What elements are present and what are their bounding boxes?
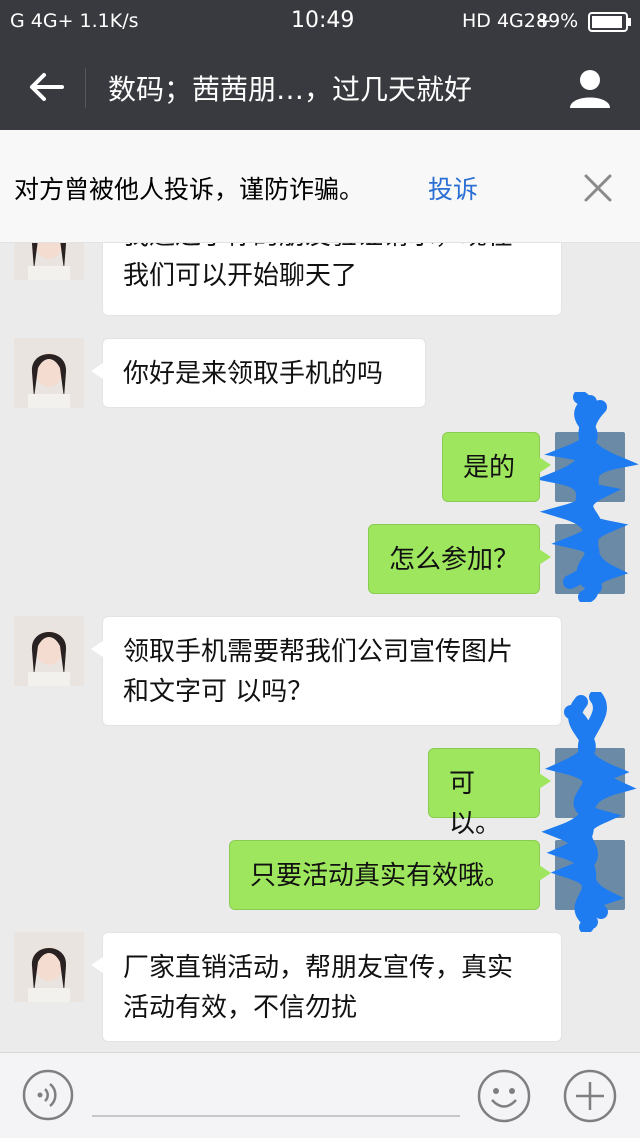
message-text-line: 领取手机需要帮我们公司宣传图片 — [123, 637, 514, 667]
chat-header: 数码；茜茜朋…，过几天就好 — [0, 44, 640, 130]
avatar[interactable] — [14, 932, 84, 1002]
message-bubble[interactable]: 只要活动真实有效哦。 — [229, 840, 551, 910]
my-avatar[interactable] — [555, 840, 625, 910]
message-bubble[interactable]: 厂家直销活动，帮朋友宣传，真实 活动有效，不信勿扰 — [91, 932, 562, 1042]
status-time: 10:49 — [291, 8, 355, 33]
message-text-line: 怎么参加？ — [389, 545, 520, 575]
message-text-line: 你好是来领取手机的吗 — [123, 359, 384, 389]
battery-level: 89% — [536, 10, 579, 32]
message-text-line: 只要活动真实有效哦。 — [250, 861, 511, 891]
message-text-line: 活动有效，不信勿扰 — [123, 993, 358, 1023]
message-text-line: 和文字可 以吗？ — [123, 677, 314, 707]
avatar-photo — [14, 932, 84, 1002]
message-input[interactable] — [92, 1115, 460, 1117]
person-icon[interactable] — [566, 64, 614, 112]
back-arrow-icon[interactable] — [22, 62, 72, 112]
message-text-line: 厂家直销活动，帮朋友宣传，真实 — [123, 953, 514, 983]
message-bubble[interactable]: 可以。 — [428, 748, 551, 839]
message-text-line: 我通过了你的朋友验证请求，现在 — [123, 242, 541, 256]
message-bubble[interactable]: 怎么参加？ — [368, 524, 551, 594]
my-avatar[interactable] — [555, 748, 625, 818]
avatar-photo — [14, 616, 84, 686]
message-bubble[interactable]: 领取手机需要帮我们公司宣传图片 和文字可 以吗？ — [91, 616, 562, 726]
message-bubble[interactable]: 是的 — [442, 432, 551, 502]
my-avatar[interactable] — [555, 524, 625, 594]
message-list[interactable]: 我通过了你的朋友验证请求，现在 我们可以开始聊天了 你好是来领取手机的吗 是的 … — [0, 242, 640, 1052]
fraud-warning-banner: 对方曾被他人投诉，谨防诈骗。 投诉 — [0, 130, 640, 243]
emoji-icon[interactable] — [477, 1069, 531, 1123]
avatar[interactable] — [14, 616, 84, 686]
close-icon[interactable] — [580, 170, 616, 206]
message-text-line: 可以。 — [449, 769, 502, 839]
avatar-photo — [14, 338, 84, 408]
status-network-left: G 4G+ 1.1K/s — [10, 10, 139, 32]
warning-text: 对方曾被他人投诉，谨防诈骗。 — [14, 175, 365, 204]
message-text-line: 是的 — [463, 453, 516, 483]
chat-title: 数码；茜茜朋…，过几天就好 — [108, 73, 473, 106]
plus-icon[interactable] — [563, 1069, 617, 1123]
voice-icon[interactable] — [22, 1069, 74, 1121]
avatar[interactable] — [14, 242, 84, 280]
message-bubble[interactable]: 你好是来领取手机的吗 — [91, 338, 426, 408]
header-divider — [85, 68, 86, 108]
avatar-photo — [14, 242, 84, 280]
avatar[interactable] — [14, 338, 84, 408]
complaint-link[interactable]: 投诉 — [428, 170, 478, 206]
status-bar: G 4G+ 1.1K/s 10:49 HD 4G2+ 89% — [0, 0, 640, 44]
message-text-line: 我们可以开始聊天了 — [123, 261, 358, 291]
my-avatar[interactable] — [555, 432, 625, 502]
input-toolbar — [0, 1052, 640, 1138]
battery-icon — [588, 12, 631, 32]
message-bubble[interactable]: 我通过了你的朋友验证请求，现在 我们可以开始聊天了 — [102, 242, 562, 316]
